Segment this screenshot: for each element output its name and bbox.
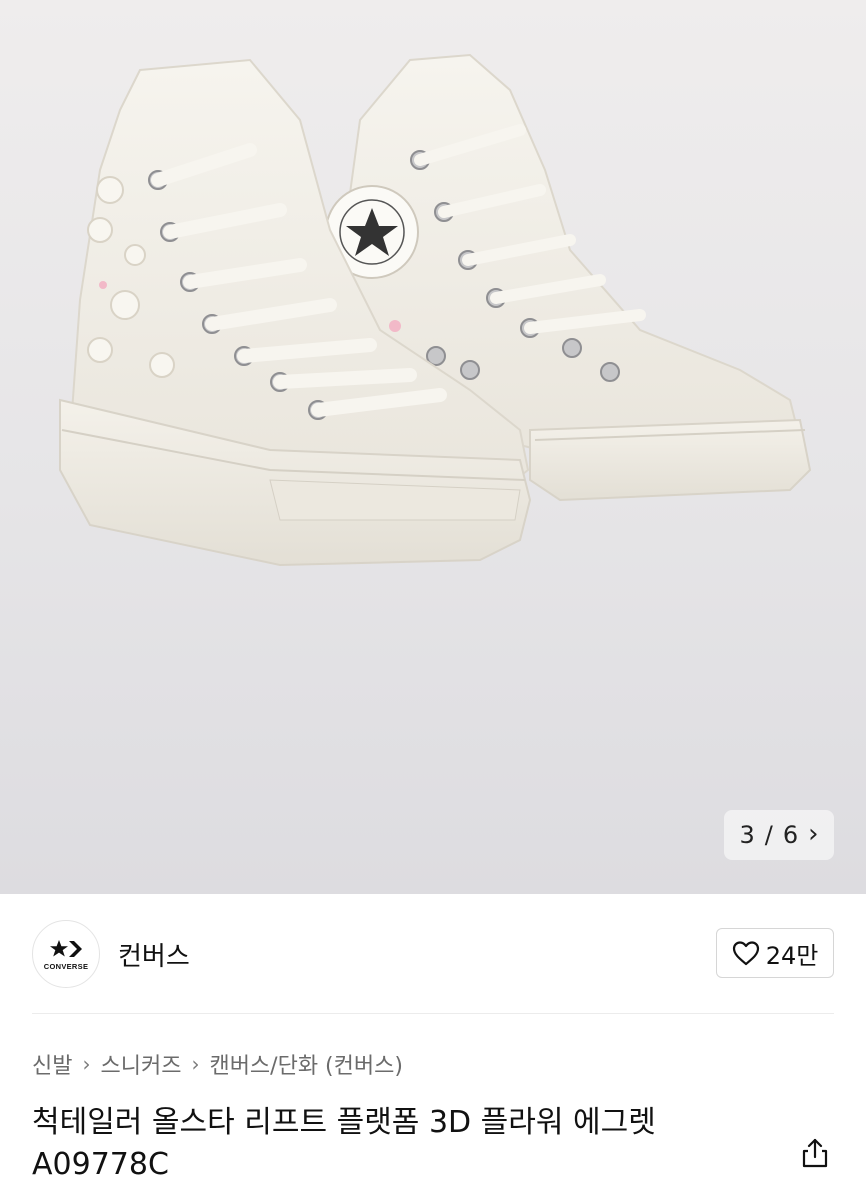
image-pager[interactable]: 3 / 6 › — [724, 810, 834, 860]
brand-name[interactable]: 컨버스 — [118, 936, 190, 973]
product-title-line1: 척테일러 올스타 리프트 플랫폼 3D 플라워 에그렛 — [32, 1105, 656, 1140]
product-image-carousel[interactable]: 3 / 6 › — [0, 0, 866, 894]
pager-separator: / — [764, 821, 773, 849]
product-image — [59, 53, 812, 567]
chevron-right-icon: › — [191, 1052, 200, 1076]
brand-row: CONVERSE 컨버스 24만 — [0, 894, 866, 1014]
breadcrumb-item-sneakers[interactable]: 스니커즈 — [100, 1048, 181, 1080]
breadcrumb: 신발 › 스니커즈 › 캔버스/단화 (컨버스) — [32, 1048, 403, 1080]
breadcrumb-item-shoes[interactable]: 신발 — [32, 1048, 72, 1080]
chevron-right-icon[interactable]: › — [808, 821, 818, 847]
heart-icon — [732, 941, 759, 966]
like-button[interactable]: 24만 — [716, 928, 834, 978]
pager-current: 3 — [739, 821, 755, 849]
product-title: 척테일러 올스타 리프트 플랫폼 3D 플라워 에그렛 A09778C — [32, 1102, 772, 1186]
share-icon — [802, 1138, 828, 1168]
chevron-right-icon: › — [82, 1052, 91, 1076]
pager-total: 6 — [782, 821, 799, 849]
converse-star-chevron-icon — [50, 939, 82, 957]
brand-logo[interactable]: CONVERSE — [32, 920, 100, 988]
divider — [32, 1013, 834, 1014]
share-button[interactable] — [796, 1134, 834, 1172]
product-title-line2: A09778C — [32, 1147, 169, 1182]
brand-logo-text: CONVERSE — [43, 961, 89, 971]
breadcrumb-item-canvas[interactable]: 캔버스/단화 (컨버스) — [209, 1048, 403, 1080]
like-count: 24만 — [765, 941, 819, 970]
